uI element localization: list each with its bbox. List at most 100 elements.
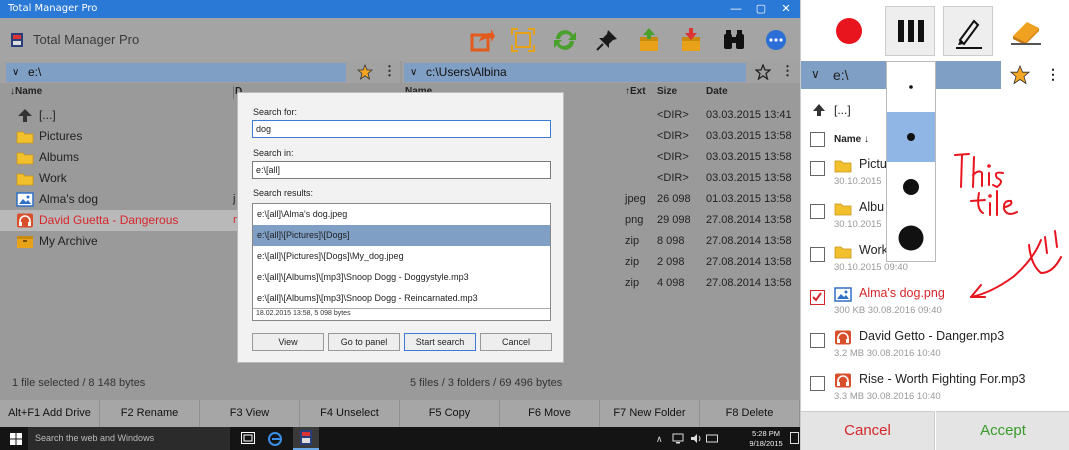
clock[interactable]: 5:28 PM 9/18/2015 [748,429,784,448]
more-menu-icon[interactable] [763,27,789,53]
stroke-size-3[interactable] [887,162,935,212]
start-search-button[interactable]: Start search [404,333,476,351]
left-path-selector[interactable]: ∨ e:\ [6,63,346,82]
app-logo-icon [10,32,24,48]
item-checkbox[interactable] [810,333,825,348]
side-cancel-button[interactable]: Cancel [801,411,935,450]
taskbar-app-total-manager[interactable] [293,427,319,450]
volume-icon[interactable] [690,433,702,444]
taskbar-search[interactable]: Search the web and Windows [28,427,230,450]
record-icon[interactable] [835,17,863,45]
stroke-size-1[interactable] [887,62,935,112]
chevron-down-icon: ∨ [12,67,20,78]
fkey-button[interactable]: F3 View [200,400,300,427]
stroke-size-4[interactable] [887,212,935,262]
left-path-bar: ∨ e:\ ⋮ [0,61,400,83]
item-name: Pictu [859,157,887,171]
left-panel-menu-icon[interactable]: ⋮ [383,63,396,79]
search-result-item[interactable]: e:\[all]\[Albums]\[mp3]\Snoop Dogg - Dog… [253,267,550,288]
left-col-name[interactable]: ↓Name [10,86,42,97]
sync-icon[interactable] [552,27,578,53]
file-date: 27.08.2014 13:58 [706,214,792,226]
go-to-panel-button[interactable]: Go to panel [328,333,400,351]
edge-browser-icon[interactable] [268,432,282,446]
right-col-size[interactable]: Size [657,86,677,97]
audio-icon [834,373,853,389]
cancel-button[interactable]: Cancel [480,333,552,351]
side-accept-button[interactable]: Accept [936,411,1069,450]
binoculars-icon[interactable] [721,27,747,53]
minimize-button[interactable]: — [724,0,748,18]
notifications-icon[interactable] [790,432,799,444]
search-result-item[interactable]: e:\[all]\[Pictures]\[Dogs]\My_dog.jpeg [253,246,550,267]
search-in-input[interactable]: e:\[all] [252,161,551,179]
side-list-item[interactable]: Rise - Worth Fighting For.mp3 3.3 MB 30.… [801,368,1069,410]
fkey-button[interactable]: F5 Copy [400,400,500,427]
side-name-header[interactable]: Name ↓ [834,134,869,145]
close-button[interactable]: ✕ [774,0,798,18]
pin-icon[interactable] [594,27,620,53]
search-for-input[interactable]: dog [252,120,551,138]
star-icon[interactable] [1010,65,1030,85]
pen-tool-button[interactable] [943,6,993,56]
title-bar: Total Manager Pro — ▢ ✕ [0,0,800,18]
stroke-width-button[interactable] [885,6,935,56]
star-outline-icon[interactable] [755,64,771,80]
right-col-date[interactable]: Date [706,86,728,97]
pen-icon [956,19,982,49]
drawing-toolbar [801,0,1069,60]
file-ext: zip [625,277,640,289]
fkey-button[interactable]: F8 Delete [700,400,800,427]
right-col-ext[interactable]: ↑Ext [625,86,646,97]
search-result-item[interactable]: e:\[all]\[Pictures]\[Dogs] [253,225,550,246]
eraser-icon[interactable] [1009,14,1043,46]
stroke-size-2[interactable] [887,112,935,162]
side-path-text: e:\ [833,67,849,83]
item-name: Rise - Worth Fighting For.mp3 [859,372,1026,386]
side-list-item[interactable]: David Getto - Danger.mp3 3.2 MB 30.08.20… [801,325,1069,367]
file-size: <DIR> [657,130,689,142]
network-icon[interactable] [672,433,684,444]
fullscreen-icon[interactable] [510,27,536,53]
side-menu-icon[interactable]: ⋮ [1046,66,1060,83]
image-icon [834,287,853,303]
windows-start-icon[interactable] [10,433,22,445]
side-up-label[interactable]: [...] [834,103,851,117]
right-panel-menu-icon[interactable]: ⋮ [781,63,794,79]
view-button[interactable]: View [252,333,324,351]
left-path-text: e:\ [28,65,42,79]
image-icon [16,192,34,207]
up-icon[interactable] [812,103,826,117]
fkey-button[interactable]: F6 Move [500,400,600,427]
file-ext: j [233,193,236,205]
fkey-button[interactable]: F4 Unselect [300,400,400,427]
item-checkbox[interactable] [810,290,825,305]
archive-pack-icon[interactable] [636,27,662,53]
item-checkbox[interactable] [810,376,825,391]
item-checkbox[interactable] [810,204,825,219]
maximize-button[interactable]: ▢ [749,0,773,18]
file-name: Albums [39,150,80,164]
item-checkbox[interactable] [810,161,825,176]
select-all-checkbox[interactable] [810,132,825,147]
fkey-button[interactable]: Alt+F1 Add Drive [0,400,100,427]
folder-icon [834,201,853,217]
right-path-selector[interactable]: ∨ c:\Users\Albina [404,63,746,82]
archive-unpack-icon[interactable] [678,27,704,53]
file-date: 27.08.2014 13:58 [706,277,792,289]
share-icon[interactable] [469,27,495,53]
file-size: 29 098 [657,214,691,226]
item-checkbox[interactable] [810,247,825,262]
search-result-item[interactable]: e:\[all]\Alma's dog.jpeg [253,204,550,225]
file-name: Alma's dog [39,192,98,206]
fkey-button[interactable]: F7 New Folder [600,400,700,427]
tray-chevron-icon[interactable]: ∧ [656,434,663,445]
left-status: 1 file selected / 8 148 bytes [12,377,146,389]
keyboard-icon[interactable] [706,433,718,444]
fkey-button[interactable]: F2 Rename [100,400,200,427]
file-name: Work [39,171,67,185]
search-result-item[interactable]: e:\[all]\[Albums]\[mp3]\Snoop Dogg - Rei… [253,288,550,309]
star-icon[interactable] [357,64,373,80]
task-view-icon[interactable] [241,432,255,444]
search-in-label: Search in: [253,148,294,158]
